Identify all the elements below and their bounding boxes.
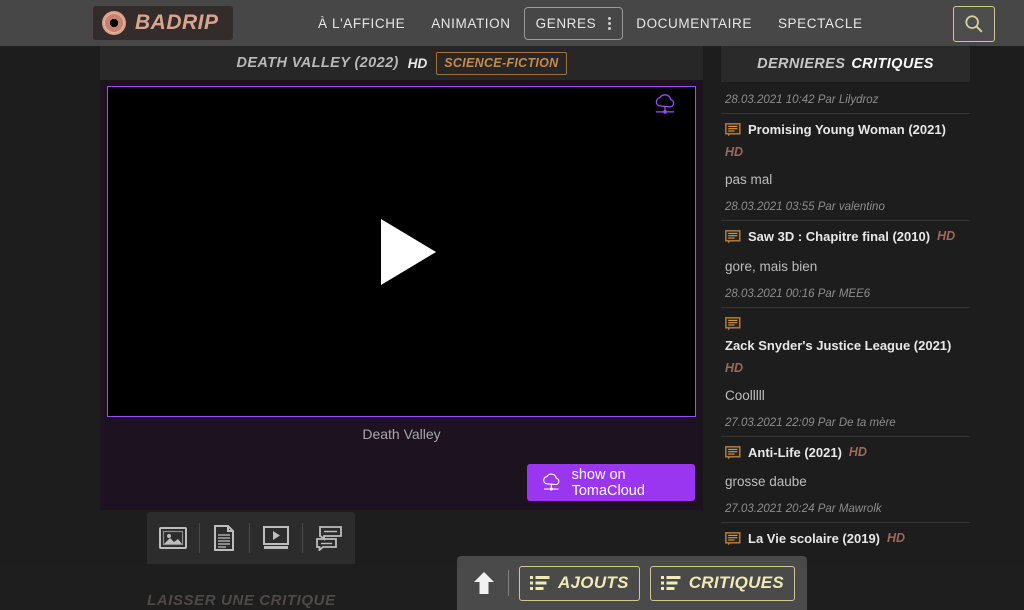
divider xyxy=(199,523,201,553)
comment-bubble-icon xyxy=(725,123,741,137)
comment-bubble-icon xyxy=(725,230,741,244)
review-body: gore, mais bien xyxy=(725,258,818,274)
review-film-title: La Vie scolaire (2019) xyxy=(748,531,881,546)
video-player[interactable] xyxy=(107,86,696,417)
video-icon[interactable] xyxy=(261,525,291,551)
review-title-row[interactable]: La Vie scolaire (2019) HD xyxy=(721,522,970,553)
review-quality: HD xyxy=(848,444,867,459)
review-body: pas mal xyxy=(725,172,773,188)
nav-item-animation[interactable]: ANIMATION xyxy=(418,7,523,40)
review-title-row[interactable]: Saw 3D : Chapitre final (2010) HD xyxy=(721,220,970,251)
critiques-button[interactable]: CRITIQUES xyxy=(649,565,795,601)
review-quality: HD xyxy=(887,531,906,545)
nav-label: DOCUMENTAIRE xyxy=(636,15,752,31)
review-meta: 27.03.2021 22:09 Par De ta mère xyxy=(725,416,896,429)
cloud-upload-icon xyxy=(543,473,560,491)
list-item: 27.03.2021 22:09 Par De ta mère Anti-Lif… xyxy=(721,411,970,497)
arrow-up-icon xyxy=(473,572,494,594)
review-film-title: Zack Snyder's Justice League (2021) xyxy=(725,337,952,353)
page-body: DEATH VALLEY (2022) HD SCIENCE-FICTION s… xyxy=(0,46,1024,610)
list-item: 28.03.2021 00:16 Par MEE6 Zack Snyder's … xyxy=(721,282,970,411)
review-quality: HD xyxy=(725,145,744,160)
list-icon xyxy=(660,576,681,590)
divider xyxy=(248,523,250,553)
kebab-menu-icon[interactable] xyxy=(608,16,612,30)
comments-icon[interactable] xyxy=(314,525,344,551)
review-meta: 28.03.2021 10:42 Par Lilydroz xyxy=(725,94,879,106)
comment-bubble-icon xyxy=(725,532,741,546)
top-navigation-bar: BADRIP À L'AFFICHE ANIMATION GENRES DOCU… xyxy=(0,0,1024,46)
critiques-label: CRITIQUES xyxy=(688,573,784,592)
review-quality: HD xyxy=(937,229,956,244)
comment-bubble-icon xyxy=(725,445,741,460)
main-content: DEATH VALLEY (2022) HD SCIENCE-FICTION s… xyxy=(100,46,703,564)
main-nav: À L'AFFICHE ANIMATION GENRES DOCUMENTAIR… xyxy=(305,6,876,40)
nav-item-genres[interactable]: GENRES xyxy=(523,6,624,40)
leave-review-label: LAISSER UNE CRITIQUE xyxy=(147,592,336,609)
document-icon[interactable] xyxy=(211,524,237,552)
player-container: show on TomaCloud Death Valley xyxy=(100,80,703,510)
quality-badge: HD xyxy=(407,55,428,71)
film-title-bar: DEATH VALLEY (2022) HD SCIENCE-FICTION xyxy=(100,46,703,80)
nav-label: SPECTACLE xyxy=(777,15,863,31)
play-icon[interactable] xyxy=(381,218,436,285)
show-on-tomacloud-button[interactable]: show on TomaCloud xyxy=(527,464,695,501)
tomacloud-label: show on TomaCloud xyxy=(571,466,645,499)
review-body: grosse daube xyxy=(725,474,807,489)
logo-mark-icon xyxy=(102,11,126,35)
review-meta: 28.03.2021 03:55 Par valentino xyxy=(725,201,885,214)
divider xyxy=(508,570,509,596)
list-item: 28.03.2021 10:42 Par Lilydroz Promising … xyxy=(721,88,970,195)
nav-label: GENRES xyxy=(535,15,597,31)
scroll-to-top-button[interactable] xyxy=(469,570,498,596)
cloud-upload-icon[interactable] xyxy=(652,94,678,121)
image-icon[interactable] xyxy=(158,525,188,551)
page-title: DEATH VALLEY (2022) xyxy=(236,55,399,71)
list-item: 28.03.2021 03:55 Par valentino Saw 3D : … xyxy=(721,195,970,281)
ajouts-button[interactable]: AJOUTS xyxy=(518,565,640,601)
site-logo[interactable]: BADRIP xyxy=(93,6,233,40)
nav-item-documentaire[interactable]: DOCUMENTAIRE xyxy=(623,7,765,40)
nav-item-spectacle[interactable]: SPECTACLE xyxy=(765,7,876,40)
search-icon xyxy=(965,15,983,33)
ajouts-label: AJOUTS xyxy=(557,573,629,592)
sidebar-heading-part1: DERNIERES xyxy=(757,56,846,72)
review-meta: 28.03.2021 00:16 Par MEE6 xyxy=(725,287,871,300)
media-tabs-strip xyxy=(147,512,355,564)
film-caption: Death Valley xyxy=(362,426,441,442)
review-film-title: Promising Young Woman (2021) xyxy=(748,122,946,137)
review-title-row[interactable]: Zack Snyder's Justice League (2021) HD xyxy=(721,306,970,381)
latest-reviews-sidebar: DERNIERES CRITIQUES 28.03.2021 10:42 Par… xyxy=(721,46,970,564)
search-button[interactable] xyxy=(953,6,995,42)
list-item: 27.03.2021 20:24 Par Mawrolk La Vie scol… xyxy=(721,497,970,564)
review-title-row[interactable]: Anti-Life (2021) HD xyxy=(721,435,970,467)
logo-text: BADRIP xyxy=(135,11,219,34)
sidebar-heading-part2: CRITIQUES xyxy=(851,56,934,72)
genre-chip[interactable]: SCIENCE-FICTION xyxy=(436,51,567,75)
list-icon xyxy=(529,576,550,590)
review-film-title: Anti-Life (2021) xyxy=(748,444,842,460)
review-quality: HD xyxy=(725,360,744,375)
review-film-title: Saw 3D : Chapitre final (2010) xyxy=(748,229,931,245)
review-title-row[interactable]: Promising Young Woman (2021) HD xyxy=(721,113,970,165)
review-body: Coolllll xyxy=(725,387,765,403)
sidebar-heading: DERNIERES CRITIQUES xyxy=(721,46,970,82)
nav-label: ANIMATION xyxy=(431,15,511,31)
nav-item-a-laffiche[interactable]: À L'AFFICHE xyxy=(305,7,418,40)
comment-bubble-icon xyxy=(725,316,741,330)
divider xyxy=(301,523,303,553)
nav-label: À L'AFFICHE xyxy=(318,15,406,31)
bottom-action-bar: AJOUTS CRITIQUES xyxy=(457,556,807,610)
review-list: 28.03.2021 10:42 Par Lilydroz Promising … xyxy=(721,88,970,564)
review-meta: 27.03.2021 20:24 Par Mawrolk xyxy=(725,503,882,515)
